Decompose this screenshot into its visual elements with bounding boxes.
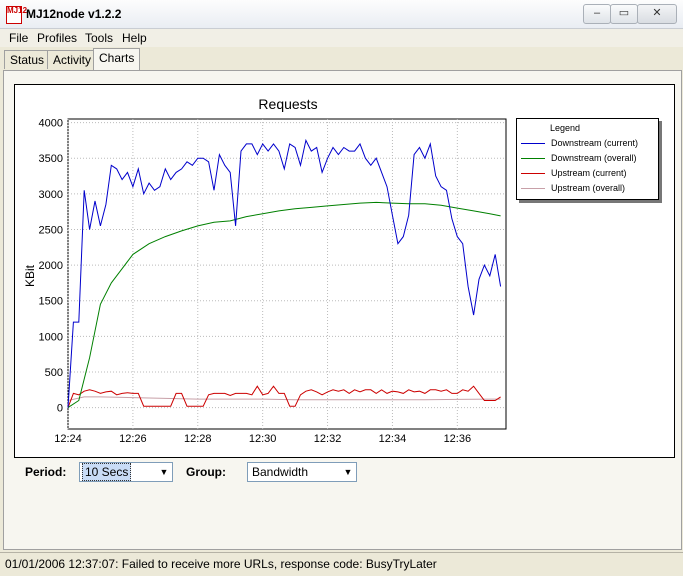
y-axis-label: KBit — [23, 264, 37, 287]
y-tick-label: 4000 — [39, 118, 63, 130]
period-select[interactable]: 10 Secs ▼ — [79, 462, 173, 482]
y-tick-label: 2000 — [39, 260, 63, 272]
y-tick-label: 1000 — [39, 331, 63, 343]
legend-title: Legend — [550, 123, 581, 133]
legend-swatch — [521, 173, 545, 174]
legend-swatch — [521, 143, 545, 144]
x-tick-label: 12:28 — [184, 433, 212, 445]
legend-swatch — [521, 158, 545, 159]
tab-charts[interactable]: Charts — [93, 48, 141, 70]
legend-label: Upstream (overall) — [551, 183, 626, 193]
plot-area — [67, 118, 507, 430]
legend-swatch — [521, 188, 545, 189]
group-label: Group: — [186, 465, 226, 479]
chevron-down-icon[interactable]: ▼ — [156, 463, 172, 481]
x-tick-label: 12:26 — [119, 433, 147, 445]
status-message: 01/01/2006 12:37:07: Failed to receive m… — [5, 557, 437, 571]
status-bar: 01/01/2006 12:37:07: Failed to receive m… — [0, 552, 683, 576]
x-tick-label: 12:30 — [249, 433, 277, 445]
period-value: 10 Secs — [82, 463, 132, 481]
y-tick-label: 1500 — [39, 296, 63, 308]
legend-label: Downstream (current) — [551, 138, 639, 148]
group-select[interactable]: Bandwidth ▼ — [247, 462, 357, 482]
y-tick-label: 3500 — [39, 153, 63, 165]
x-tick-label: 12:36 — [444, 433, 472, 445]
y-axis-ticks: 0 500 1000 1500 2000 2500 3000 3500 4000 — [39, 118, 63, 415]
legend-label: Upstream (current) — [551, 168, 627, 178]
group-value: Bandwidth — [252, 465, 309, 479]
chevron-down-icon[interactable]: ▼ — [340, 463, 356, 481]
chart-title: Requests — [258, 96, 317, 112]
x-tick-label: 12:24 — [54, 433, 82, 445]
x-tick-label: 12:34 — [379, 433, 407, 445]
y-tick-label: 2500 — [39, 224, 63, 236]
period-label: Period: — [25, 465, 67, 479]
chart-legend: Legend Downstream (current) Downstream (… — [516, 118, 659, 200]
legend-label: Downstream (overall) — [551, 153, 637, 163]
y-tick-label: 0 — [57, 403, 63, 415]
x-tick-label: 12:32 — [314, 433, 342, 445]
requests-chart: Requests KBit 0 500 1000 1500 2000 2500 3000 35… — [23, 96, 507, 445]
y-tick-label: 3000 — [39, 189, 63, 201]
x-axis-ticks: 12:24 12:26 12:28 12:30 12:32 12:34 12:36 — [54, 433, 471, 445]
y-tick-label: 500 — [45, 367, 63, 379]
